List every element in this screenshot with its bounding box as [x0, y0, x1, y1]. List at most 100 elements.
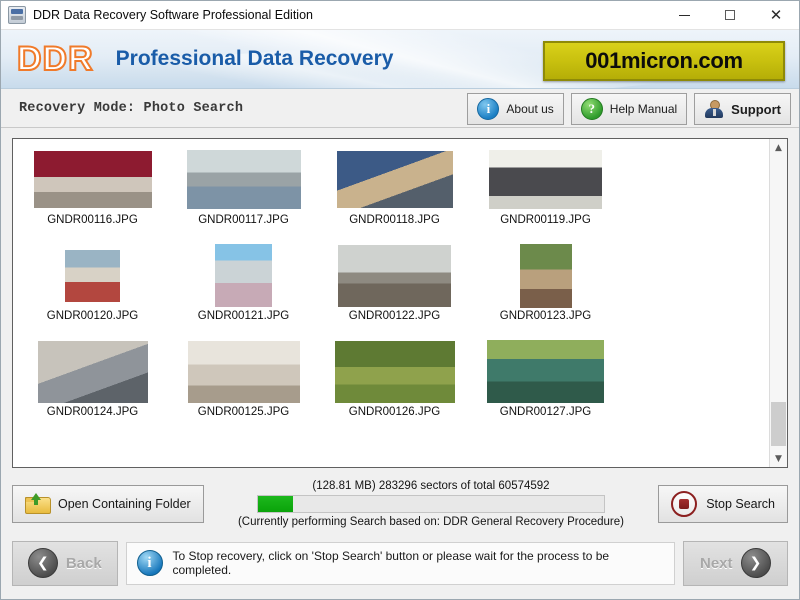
help-manual-label: Help Manual	[609, 102, 678, 116]
photo-thumbnail[interactable]	[487, 340, 604, 403]
file-name-label: GNDR00126.JPG	[348, 406, 441, 418]
status-message-text: To Stop recovery, click on 'Stop Search'…	[172, 549, 610, 577]
file-name-label: GNDR00119.JPG	[500, 214, 591, 226]
ddr-logo: DDR	[16, 40, 94, 78]
info-icon: i	[136, 550, 163, 576]
close-icon: ✕	[769, 5, 783, 24]
photo-thumbnail[interactable]	[33, 151, 152, 208]
file-thumbnail-item[interactable]: GNDR00121.JPG	[168, 243, 319, 339]
file-thumbnail-item[interactable]: GNDR00116.JPG	[17, 147, 168, 243]
stop-icon	[671, 491, 698, 517]
search-progress-bar	[256, 495, 605, 513]
open-containing-folder-label: Open Containing Folder	[58, 497, 191, 511]
scrollbar-thumb[interactable]	[771, 402, 786, 446]
file-thumbnail-item[interactable]: GNDR00119.JPG	[470, 147, 621, 243]
file-thumbnail-item[interactable]: GNDR00122.JPG	[319, 243, 470, 339]
file-thumbnail-item[interactable]: GNDR00124.JPG	[17, 339, 168, 435]
next-label: Next	[699, 554, 733, 572]
photo-thumbnail[interactable]	[336, 151, 453, 208]
maximize-button[interactable]	[707, 1, 753, 29]
file-name-label: GNDR00124.JPG	[46, 406, 139, 418]
sector-status-label: (128.81 MB) 283296 sectors of total 6057…	[312, 480, 550, 492]
search-progress-fill	[257, 496, 293, 512]
brand-badge-label: 001micron.com	[585, 48, 743, 73]
photo-thumbnail[interactable]	[187, 340, 300, 403]
help-manual-button[interactable]: ? Help Manual	[570, 93, 688, 125]
file-thumbnail-item[interactable]: GNDR00123.JPG	[470, 243, 621, 339]
thumbnail-image-box	[168, 339, 319, 404]
next-button[interactable]: Next ❯	[682, 540, 788, 586]
info-icon: i	[477, 98, 500, 120]
file-name-label: GNDR00118.JPG	[349, 214, 440, 226]
file-name-label: GNDR00120.JPG	[46, 310, 139, 322]
thumbnail-image-box	[168, 243, 319, 308]
thumbnail-image-box	[470, 339, 621, 404]
file-list-scrollbar[interactable]: ▲ ▼	[769, 139, 787, 467]
photo-thumbnail[interactable]	[334, 340, 455, 403]
stop-search-button[interactable]: Stop Search	[658, 485, 788, 523]
progress-sub-label: (Currently performing Search based on: D…	[237, 516, 624, 528]
back-label: Back	[65, 554, 102, 572]
file-thumbnail-item[interactable]: GNDR00126.JPG	[319, 339, 470, 435]
file-name-label: GNDR00121.JPG	[197, 310, 290, 322]
support-person-icon	[704, 99, 724, 119]
thumbnail-image-box	[319, 147, 470, 212]
progress-center: (128.81 MB) 283296 sectors of total 6057…	[214, 480, 648, 528]
header-button-group: i About us ? Help Manual Support	[467, 93, 791, 125]
photo-thumbnail[interactable]	[489, 150, 602, 209]
title-bar: DDR Data Recovery Software Professional …	[1, 1, 799, 30]
maximize-icon	[725, 10, 735, 20]
brand-badge: 001micron.com	[543, 41, 785, 81]
recovery-mode-label: Recovery Mode: Photo Search	[19, 100, 244, 116]
thumbnail-image-box	[17, 147, 168, 212]
minimize-button[interactable]	[661, 1, 707, 29]
stop-search-label: Stop Search	[706, 497, 775, 511]
file-thumbnail-item[interactable]: GNDR00118.JPG	[319, 147, 470, 243]
window-controls: ✕	[661, 1, 799, 29]
photo-thumbnail[interactable]	[338, 244, 451, 307]
support-button[interactable]: Support	[694, 93, 791, 125]
scroll-up-icon[interactable]: ▲	[770, 139, 787, 156]
back-button[interactable]: ❮ Back	[12, 540, 118, 586]
thumbnail-image-box	[319, 243, 470, 308]
file-name-label: GNDR00125.JPG	[197, 406, 290, 418]
banner-tagline: Professional Data Recovery	[115, 47, 394, 70]
photo-thumbnail[interactable]	[186, 150, 301, 209]
file-thumbnail-item[interactable]: GNDR00125.JPG	[168, 339, 319, 435]
about-us-button[interactable]: i About us	[467, 93, 564, 125]
thumbnail-image-box	[17, 243, 168, 308]
question-icon: ?	[580, 98, 603, 120]
file-thumbnail-item[interactable]: GNDR00117.JPG	[168, 147, 319, 243]
progress-row: Open Containing Folder (128.81 MB) 28329…	[12, 476, 788, 532]
chevron-right-icon: ❯	[740, 548, 771, 578]
thumbnail-image-box	[168, 147, 319, 212]
scroll-down-icon[interactable]: ▼	[770, 450, 787, 467]
file-name-label: GNDR00127.JPG	[499, 406, 592, 418]
photo-thumbnail[interactable]	[519, 243, 572, 308]
about-us-label: About us	[506, 102, 554, 116]
application-window: DDR Data Recovery Software Professional …	[0, 0, 800, 600]
folder-upload-icon	[25, 493, 51, 514]
minimize-icon	[678, 14, 690, 16]
photo-thumbnail[interactable]	[65, 249, 120, 302]
file-name-label: GNDR00116.JPG	[47, 214, 138, 226]
recovered-files-panel: GNDR00116.JPG GNDR00117.JPG GNDR00118.JPG G…	[12, 138, 788, 468]
footer-nav: ❮ Back i To Stop recovery, click on 'Sto…	[12, 536, 788, 590]
app-banner: DDR Professional Data Recovery 001micron…	[1, 30, 799, 89]
file-name-label: GNDR00117.JPG	[198, 214, 289, 226]
file-thumbnail-item[interactable]: GNDR00120.JPG	[17, 243, 168, 339]
thumbnail-image-box	[470, 243, 621, 308]
file-thumbnail-item[interactable]: GNDR00127.JPG	[470, 339, 621, 435]
thumbnail-image-box	[17, 339, 168, 404]
photo-thumbnail[interactable]	[215, 244, 272, 307]
thumbnail-image-box	[319, 339, 470, 404]
window-title: DDR Data Recovery Software Professional …	[33, 8, 313, 22]
recovery-mode-bar: Recovery Mode: Photo Search i About us ?…	[1, 89, 799, 128]
file-thumbnail-grid[interactable]: GNDR00116.JPG GNDR00117.JPG GNDR00118.JPG G…	[13, 139, 769, 467]
file-name-label: GNDR00123.JPG	[499, 310, 592, 322]
open-containing-folder-button[interactable]: Open Containing Folder	[12, 485, 204, 523]
scrollbar-track[interactable]	[770, 156, 787, 450]
photo-thumbnail[interactable]	[37, 340, 148, 403]
close-button[interactable]: ✕	[753, 1, 799, 29]
status-message-box: i To Stop recovery, click on 'Stop Searc…	[125, 541, 675, 585]
